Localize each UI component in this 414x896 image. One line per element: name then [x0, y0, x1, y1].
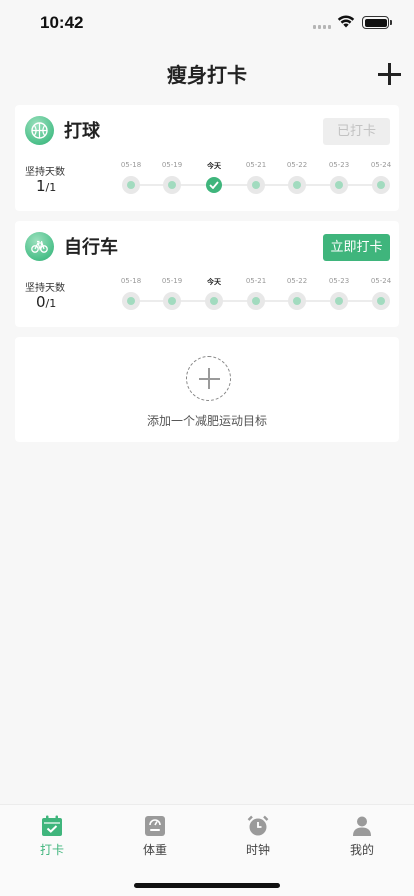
tab-label: 打卡 — [39, 843, 64, 857]
day-label: 05-24 — [370, 277, 392, 285]
day-timeline: 05-18 05-19 今天 05-21 05-22 05-23 05-24 — [121, 277, 391, 313]
goal-card: 自行车 立即打卡 坚持天数 0/1 05-18 05-19 今天 05-21 0… — [15, 221, 399, 327]
streak-label: 坚持天数 — [25, 167, 65, 178]
calendar-check-icon — [42, 815, 62, 836]
check-icon — [209, 181, 219, 189]
day-dot — [247, 176, 265, 194]
tab-weight[interactable]: 体重 — [125, 815, 185, 858]
page-title: 瘦身打卡 — [167, 63, 247, 87]
day-label: 05-18 — [120, 161, 142, 169]
battery-icon — [362, 16, 389, 29]
day-dot — [372, 292, 390, 310]
tab-clock[interactable]: 时钟 — [228, 815, 288, 858]
status-bar: 10:42 — [0, 0, 414, 44]
day-dot — [330, 292, 348, 310]
day-label: 05-21 — [245, 161, 267, 169]
day-timeline: 05-18 05-19 今天 05-21 05-22 05-23 05-24 — [121, 161, 391, 197]
day-label: 05-24 — [370, 161, 392, 169]
streak-value: 1/1 — [36, 177, 57, 195]
goal-name: 打球 — [64, 121, 100, 142]
day-label: 05-22 — [286, 277, 308, 285]
checked-in-button[interactable]: 已打卡 — [323, 118, 390, 145]
day-dot — [372, 176, 390, 194]
day-label: 05-21 — [245, 277, 267, 285]
goal-card: 打球 已打卡 坚持天数 1/1 05-18 05-19 今天 05-21 05-… — [15, 105, 399, 211]
day-label: 05-23 — [328, 161, 350, 169]
wifi-icon — [337, 15, 355, 28]
day-dot — [205, 292, 223, 310]
tab-profile[interactable]: 我的 — [332, 815, 392, 858]
add-goal-label: 添加一个减肥运动目标 — [146, 414, 267, 428]
day-label: 05-19 — [161, 277, 183, 285]
tab-label: 体重 — [142, 843, 167, 857]
tab-label: 时钟 — [245, 843, 270, 857]
tab-label: 我的 — [349, 843, 374, 857]
day-label: 05-22 — [286, 161, 308, 169]
goal-name: 自行车 — [64, 237, 118, 258]
day-dot — [330, 176, 348, 194]
person-icon — [353, 816, 371, 836]
cellular-signal-icon — [313, 25, 333, 31]
plus-icon[interactable] — [186, 356, 231, 401]
check-in-now-button[interactable]: 立即打卡 — [323, 234, 390, 261]
day-dot — [122, 176, 140, 194]
day-label: 05-23 — [328, 277, 350, 285]
add-button[interactable] — [376, 61, 402, 87]
day-dot — [163, 292, 181, 310]
day-dot-checked — [206, 177, 222, 193]
battery-tip — [390, 20, 392, 25]
alarm-clock-icon — [247, 815, 269, 836]
day-dot — [288, 176, 306, 194]
status-time: 10:42 — [40, 13, 84, 32]
day-dot — [247, 292, 265, 310]
bicycle-icon — [25, 232, 54, 261]
basketball-icon — [25, 116, 54, 145]
tab-checkin[interactable]: 打卡 — [22, 815, 82, 858]
day-dot — [288, 292, 306, 310]
add-goal-card[interactable]: 添加一个减肥运动目标 — [15, 337, 399, 442]
day-dot — [163, 176, 181, 194]
day-label-today: 今天 — [207, 278, 221, 286]
day-dot — [122, 292, 140, 310]
streak-label: 坚持天数 — [25, 283, 65, 294]
streak-value: 0/1 — [36, 293, 57, 311]
day-label: 05-19 — [161, 161, 183, 169]
scale-icon — [145, 816, 165, 836]
home-indicator — [134, 883, 280, 888]
day-label: 05-18 — [120, 277, 142, 285]
day-label-today: 今天 — [207, 162, 221, 170]
